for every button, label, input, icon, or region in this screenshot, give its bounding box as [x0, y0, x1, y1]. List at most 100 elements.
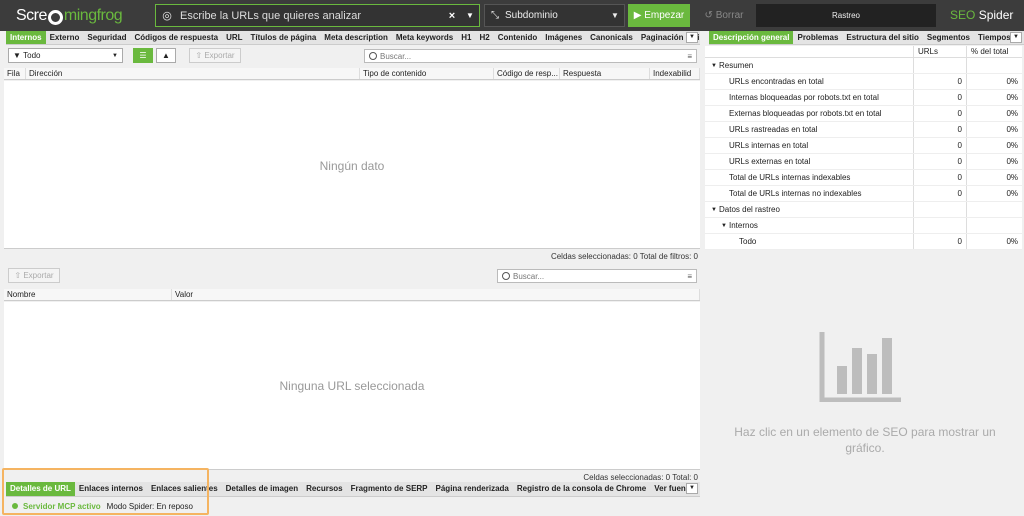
overview-row-pct: 0% — [1006, 109, 1018, 118]
overview-row-pct — [967, 202, 1022, 217]
column-tipo-de-contenido[interactable]: Tipo de contenido — [360, 68, 494, 79]
tab-imagenes[interactable]: Imágenes — [541, 31, 586, 44]
right-tab-problemas[interactable]: Problemas — [793, 31, 842, 44]
search-placeholder: Buscar... — [380, 51, 412, 61]
overview-row[interactable]: Total de URLs internas indexables 0 0% — [705, 170, 1022, 186]
overview-row[interactable]: ▼ Resumen — [705, 58, 1022, 74]
search-icon — [502, 272, 510, 280]
detail-search-input[interactable]: Buscar... ≡ — [497, 269, 697, 283]
overview-row-urls: 0 — [914, 90, 967, 105]
overview-table: URLs % del total ▼ Resumen URLs encontrada… — [705, 46, 1022, 250]
overview-row[interactable]: URLs externas en total 0 0% — [705, 154, 1022, 170]
tab-titulos-de-pagina[interactable]: Títulos de página — [247, 31, 321, 44]
bottom-tab-recursos[interactable]: Recursos — [302, 482, 346, 496]
detail-export-button[interactable]: ⇧ Exportar — [8, 268, 60, 283]
tab-contenido[interactable]: Contenido — [494, 31, 542, 44]
tab-paginacion[interactable]: Paginación — [637, 31, 688, 44]
upload-icon: ⇧ — [195, 51, 205, 60]
url-placeholder: Escribe la URLs que quieres analizar — [180, 9, 361, 22]
right-tab-segmentos[interactable]: Segmentos — [923, 31, 974, 44]
crawl-label: Rastreo — [831, 11, 860, 20]
tab-seguridad[interactable]: Seguridad — [83, 31, 130, 44]
bottom-tab-enlaces-salientes[interactable]: Enlaces salientes — [147, 482, 222, 496]
list-view-button[interactable]: ☰ — [133, 48, 153, 63]
overview-row-pct: 0% — [1006, 93, 1018, 102]
search-options-icon[interactable]: ≡ — [687, 52, 692, 61]
chart-panel: Haz clic en un elemento de SEO para most… — [705, 258, 1022, 498]
export-button[interactable]: ⇧ Exportar — [189, 48, 241, 63]
tab-codigos-de-respuesta[interactable]: Códigos de respuesta — [130, 31, 222, 44]
overview-row-urls — [914, 218, 967, 233]
top-bar: Scre mingfrog ◎ Escribe la URLs que quier… — [0, 0, 1024, 31]
column-codigo-de-resp[interactable]: Código de resp... — [494, 68, 560, 79]
detail-empty-text: Ninguna URL seleccionada — [279, 379, 425, 393]
overview-row[interactable]: Externas bloqueadas por robots.txt en to… — [705, 106, 1022, 122]
overview-row[interactable]: Internas bloqueadas por robots.txt en to… — [705, 90, 1022, 106]
search-icon — [369, 52, 377, 60]
overview-row-urls: 0 — [914, 170, 967, 185]
overview-row-label: Total de URLs internas indexables — [729, 173, 851, 182]
column-valor[interactable]: Valor — [172, 289, 700, 300]
clear-url-icon[interactable]: × — [443, 10, 461, 22]
chevron-down-icon: ▼ — [112, 52, 118, 59]
filter-funnel-icon: ▼ — [13, 51, 24, 60]
overview-row[interactable]: Total de URLs internas no indexables 0 0% — [705, 186, 1022, 202]
bottom-tab-pagina-renderizada[interactable]: Página renderizada — [432, 482, 513, 496]
bottom-tab-detalles-de-url[interactable]: Detalles de URL — [6, 482, 75, 496]
expand-triangle-icon[interactable]: ▼ — [709, 63, 719, 69]
tree-view-button[interactable]: ▲ — [156, 48, 176, 63]
overview-row[interactable]: Todo 0 0% — [705, 234, 1022, 250]
tab-externo[interactable]: Externo — [46, 31, 84, 44]
overview-row[interactable]: URLs rastreadas en total 0 0% — [705, 122, 1022, 138]
tab-meta-keywords[interactable]: Meta keywords — [392, 31, 457, 44]
bottom-tab-enlaces-internos[interactable]: Enlaces internos — [75, 482, 147, 496]
overview-row[interactable]: URLs encontradas en total 0 0% — [705, 74, 1022, 90]
url-input[interactable]: ◎ Escribe la URLs que quieres analizar ×… — [155, 4, 480, 27]
tab-meta-description[interactable]: Meta description — [320, 31, 392, 44]
bottom-tab-detalles-de-imagen[interactable]: Detalles de imagen — [222, 482, 302, 496]
url-history-chevron-icon[interactable]: ▼ — [461, 11, 479, 20]
overview-row-label: Internas bloqueadas por robots.txt en to… — [729, 93, 879, 102]
detail-table-body[interactable]: Ninguna URL seleccionada — [4, 302, 700, 470]
spider-mode-status: Modo Spider: En reposo — [106, 501, 193, 511]
mcp-status: Servidor MCP activo — [23, 501, 101, 511]
column-indexabilid[interactable]: Indexabilid — [650, 68, 700, 79]
tab-h1[interactable]: H1 — [457, 31, 475, 44]
more-right-tabs-chevron-icon[interactable]: ▼ — [1010, 32, 1022, 43]
main-table-body[interactable]: Ningún dato — [4, 81, 700, 249]
overview-row-label: Total de URLs internas no indexables — [729, 189, 862, 198]
bottom-tab-registro-de-la-consola-de-chrome[interactable]: Registro de la consola de Chrome — [513, 482, 650, 496]
overview-row-pct — [967, 58, 1022, 73]
overview-row[interactable]: ▼ Datos del rastreo — [705, 202, 1022, 218]
more-bottom-tabs-chevron-icon[interactable]: ▼ — [686, 483, 698, 494]
tab-internos[interactable]: Internos — [6, 31, 46, 44]
logo: Scre mingfrog — [0, 0, 150, 31]
tab-canonicals[interactable]: Canonicals — [586, 31, 637, 44]
overview-row[interactable]: ▼ Internos — [705, 218, 1022, 234]
start-label: Empezar — [644, 10, 685, 21]
search-input[interactable]: Buscar... ≡ — [364, 49, 697, 63]
clear-button[interactable]: ↺ Borrar — [698, 4, 750, 27]
overview-row-label: Datos del rastreo — [719, 205, 780, 214]
export-label: Exportar — [204, 51, 235, 60]
expand-triangle-icon[interactable]: ▼ — [709, 207, 719, 213]
column-nombre[interactable]: Nombre — [4, 289, 172, 300]
start-button[interactable]: ▶ Empezar — [628, 4, 690, 27]
bottom-tab-fragmento-de-serp[interactable]: Fragmento de SERP — [347, 482, 432, 496]
right-tabs: Descripción general Problemas Estructura d… — [709, 31, 1024, 45]
main-table-header: Fila Dirección Tipo de contenido Código de … — [4, 68, 700, 80]
tab-url[interactable]: URL — [222, 31, 246, 44]
search-options-icon[interactable]: ≡ — [687, 272, 692, 281]
column-fila[interactable]: Fila — [4, 68, 26, 79]
more-tabs-chevron-icon[interactable]: ▼ — [686, 32, 698, 43]
column-direccion[interactable]: Dirección — [26, 68, 360, 79]
crawl-mode-select[interactable]: ⤡ Subdominio ▼ — [484, 4, 625, 27]
column-respuesta[interactable]: Respuesta — [560, 68, 650, 79]
overview-row-urls: 0 — [914, 122, 967, 137]
overview-row[interactable]: URLs internas en total 0 0% — [705, 138, 1022, 154]
expand-triangle-icon[interactable]: ▼ — [719, 223, 729, 229]
tab-h2[interactable]: H2 — [475, 31, 493, 44]
right-tab-descripcion-general[interactable]: Descripción general — [709, 31, 794, 44]
filter-select[interactable]: ▼ Todo ▼ — [8, 48, 123, 63]
right-tab-estructura-del-sitio[interactable]: Estructura del sitio — [842, 31, 922, 44]
